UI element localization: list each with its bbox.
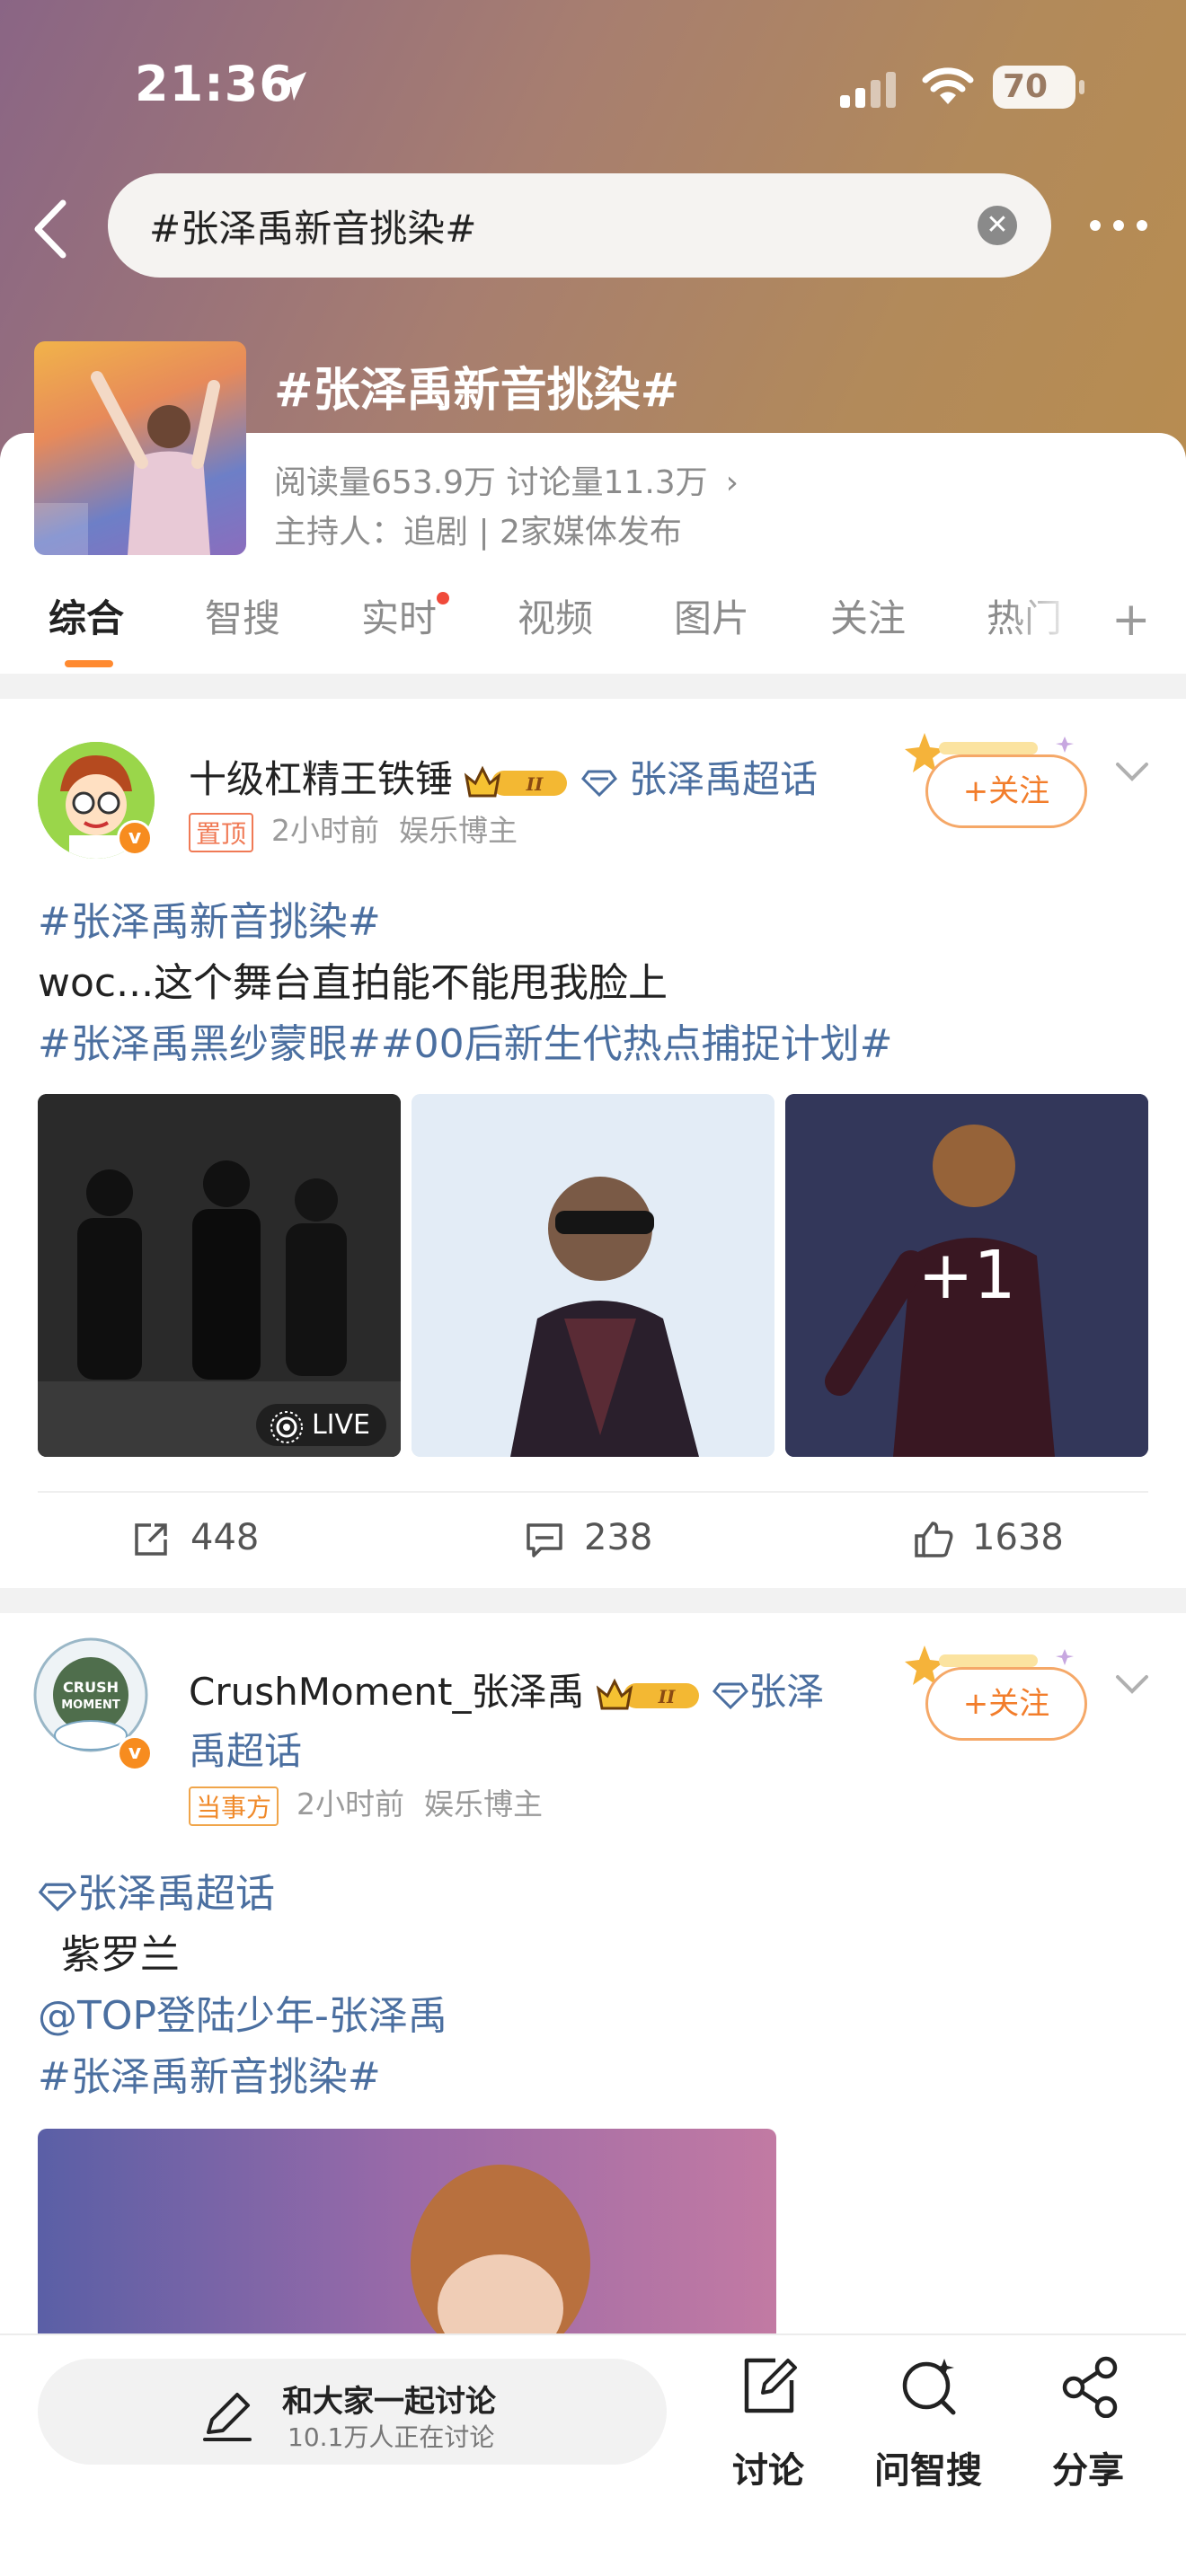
status-bar: 21:36 70 xyxy=(0,0,1186,171)
bottom-action-bar: 和大家一起讨论 10.1万人正在讨论 讨论 问智搜 分享 xyxy=(0,2333,1186,2576)
compose-discussion-button[interactable]: 和大家一起讨论 10.1万人正在讨论 xyxy=(38,2359,667,2465)
like-button[interactable]: 1638 xyxy=(913,1493,1064,1583)
section-divider xyxy=(0,674,1186,699)
battery-level: 70 xyxy=(1002,68,1049,105)
super-topic-link[interactable]: 张泽禹超话 xyxy=(629,757,818,801)
back-arrow-icon[interactable] xyxy=(27,198,72,260)
member-crown-icon: II xyxy=(465,765,568,797)
chevron-right-icon: › xyxy=(725,464,739,501)
svg-text:MOMENT: MOMENT xyxy=(61,1698,120,1712)
post-hashtag[interactable]: #张泽禹新音挑染# xyxy=(38,2044,381,2102)
cellular-signal-icon xyxy=(840,72,896,108)
super-topic-link-text: 禹超话 xyxy=(189,1729,303,1773)
clear-search-icon[interactable]: ✕ xyxy=(978,206,1017,245)
tab-smart-search[interactable]: 智搜 xyxy=(205,588,280,643)
super-topic-diamond-icon xyxy=(712,1682,749,1709)
search-bar[interactable]: ✕ xyxy=(108,173,1051,278)
repost-icon xyxy=(135,1523,167,1556)
status-time: 21:36 xyxy=(135,56,294,112)
verified-badge-icon: v xyxy=(117,1735,153,1771)
post-actions: 448 238 1638 xyxy=(0,1493,1186,1583)
chevron-down-icon[interactable] xyxy=(1114,1672,1150,1696)
post-image[interactable] xyxy=(412,1094,774,1457)
compose-title: 和大家一起讨论 xyxy=(282,2384,496,2420)
pen-icon xyxy=(203,2393,252,2441)
section-divider xyxy=(0,1588,1186,1613)
active-tab-indicator xyxy=(65,660,113,667)
follow-button[interactable]: +关注 xyxy=(925,1667,1087,1741)
search-input[interactable] xyxy=(149,173,958,278)
new-dot-badge xyxy=(437,592,450,604)
topic-title: #张泽禹新音挑染# xyxy=(274,364,680,418)
post-image-live[interactable]: LIVE xyxy=(38,1094,401,1457)
super-topic-diamond-icon xyxy=(38,1883,77,1911)
share-icon xyxy=(1062,2356,1118,2418)
post-author[interactable]: CrushMoment_张泽禹 II 张泽 xyxy=(189,1662,824,1716)
post-text: woc...这个舞台直拍能不能甩我脸上 xyxy=(38,960,668,1006)
super-topic-tag-label: 张泽禹超话 xyxy=(77,1871,275,1917)
mention-link[interactable]: @TOP登陆少年-张泽禹 xyxy=(38,1983,447,2041)
battery-indicator: 70 xyxy=(993,66,1084,109)
tab-realtime-label: 实时 xyxy=(361,596,438,640)
super-topic-tag[interactable]: 张泽禹超话 xyxy=(38,1861,275,1919)
like-icon xyxy=(915,1522,953,1557)
topic-host: 主持人：追剧 | 2家媒体发布 xyxy=(274,514,682,551)
topic-stats[interactable]: 阅读量653.9万 讨论量11.3万 › xyxy=(274,456,739,503)
post-hashtag[interactable]: #张泽禹新音挑染# xyxy=(38,889,381,947)
tab-video[interactable]: 视频 xyxy=(518,588,593,643)
tab-realtime[interactable]: 实时 xyxy=(361,588,450,643)
tab-fade-overlay xyxy=(1006,588,1096,651)
post-time: 2小时前 xyxy=(296,1786,405,1822)
tab-images[interactable]: 图片 xyxy=(674,588,749,643)
live-photo-badge: LIVE xyxy=(255,1404,386,1446)
live-label: LIVE xyxy=(311,1409,370,1441)
follow-button[interactable]: +关注 xyxy=(925,754,1087,828)
pinned-badge: 置顶 xyxy=(189,812,254,852)
tab-following[interactable]: 关注 xyxy=(830,588,906,643)
post-author-role: 娱乐博主 xyxy=(424,1786,544,1822)
post-hashtags[interactable]: #张泽禹黑纱蒙眼##00后新生代热点捕捉计划# xyxy=(38,1011,892,1069)
post-author[interactable]: 十级杠精王铁锤 II 张泽禹超话 xyxy=(189,749,818,804)
svg-text:CRUSH: CRUSH xyxy=(63,1679,119,1696)
add-tab-icon[interactable]: + xyxy=(1111,593,1151,647)
post-text: 紫罗兰 xyxy=(61,1932,180,1978)
compose-subtitle: 10.1万人正在讨论 xyxy=(288,2422,495,2452)
post-meta: 当事方 2小时前 娱乐博主 xyxy=(189,1780,543,1826)
post-image[interactable] xyxy=(38,2129,776,2333)
location-arrow-icon xyxy=(278,72,306,101)
super-topic-link-cont[interactable]: 禹超话 xyxy=(189,1721,302,1776)
wifi-icon xyxy=(922,67,974,104)
chevron-down-icon[interactable] xyxy=(1114,760,1150,783)
super-topic-diamond-icon xyxy=(580,770,617,797)
verified-badge-icon: v xyxy=(117,820,153,856)
svg-text:II: II xyxy=(526,773,544,795)
member-crown-icon: II xyxy=(596,1678,699,1709)
topic-cover-image xyxy=(34,341,246,555)
post-author-name: CrushMoment_张泽禹 xyxy=(189,1670,585,1714)
smart-search-icon xyxy=(902,2359,956,2415)
discuss-label: 讨论 xyxy=(732,2450,804,2492)
super-topic-link[interactable]: 张泽 xyxy=(748,1670,824,1714)
share-label: 分享 xyxy=(1052,2450,1124,2492)
comment-icon xyxy=(527,1523,562,1557)
topic-stats-text: 阅读量653.9万 讨论量11.3万 xyxy=(274,464,708,501)
party-badge: 当事方 xyxy=(189,1786,279,1826)
ask-label: 问智搜 xyxy=(874,2450,982,2492)
post-author-role: 娱乐博主 xyxy=(399,813,518,848)
more-options-icon[interactable] xyxy=(1087,212,1150,239)
comment-button[interactable]: 238 xyxy=(525,1493,652,1583)
svg-text:II: II xyxy=(658,1686,676,1707)
live-photo-icon xyxy=(270,1411,303,1443)
post-time: 2小时前 xyxy=(271,813,380,848)
tab-comprehensive[interactable]: 综合 xyxy=(49,588,124,643)
post-meta: 置顶 2小时前 娱乐博主 xyxy=(189,807,518,852)
post-image-more[interactable]: +1 xyxy=(785,1094,1148,1457)
repost-button[interactable]: 448 xyxy=(131,1493,259,1583)
more-images-count: +1 xyxy=(785,1094,1148,1457)
post-author-name: 十级杠精王铁锤 xyxy=(189,757,454,801)
edit-square-icon xyxy=(744,2358,797,2413)
